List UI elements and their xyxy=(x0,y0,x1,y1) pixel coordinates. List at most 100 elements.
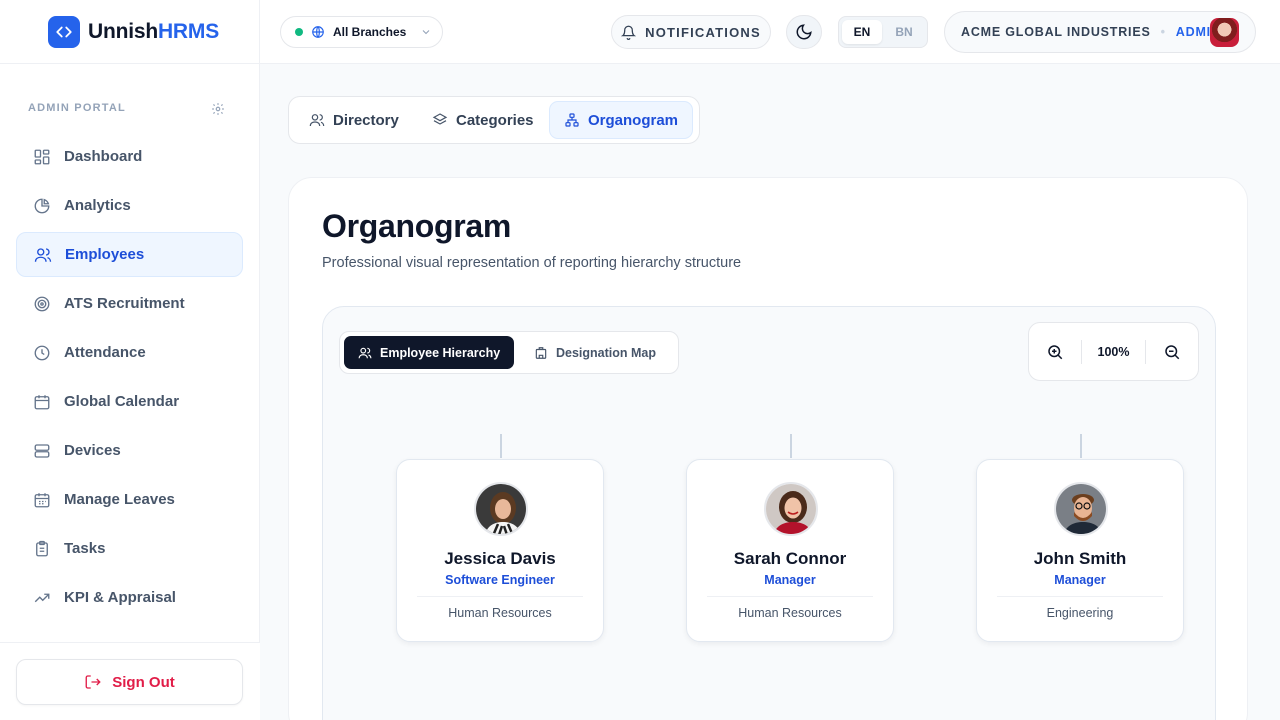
sign-out-label: Sign Out xyxy=(112,673,175,691)
globe-icon xyxy=(312,26,324,38)
tab-label: Categories xyxy=(456,111,534,129)
sidebar-footer: Sign Out xyxy=(0,642,260,720)
employee-role: Software Engineer xyxy=(445,573,555,587)
zoom-out-button[interactable] xyxy=(1146,322,1198,381)
zoom-level: 100% xyxy=(1081,339,1146,364)
tab-label: Directory xyxy=(333,111,399,129)
sidebar-item-dashboard[interactable]: Dashboard xyxy=(16,134,243,179)
analytics-icon xyxy=(34,198,50,213)
zoom-in-button[interactable] xyxy=(1029,322,1081,381)
lang-en-button[interactable]: EN xyxy=(842,20,882,44)
sidebar-item-label: KPI & Appraisal xyxy=(64,589,176,606)
tab-categories[interactable]: Categories xyxy=(418,101,548,139)
server-icon xyxy=(34,443,50,458)
app-name: UnnishHRMS xyxy=(88,20,219,43)
employee-role: Manager xyxy=(1054,573,1106,587)
theme-toggle-button[interactable] xyxy=(786,15,822,49)
status-dot xyxy=(295,28,303,36)
clipboard-icon xyxy=(36,540,48,556)
app-logo[interactable]: UnnishHRMS xyxy=(48,16,219,48)
language-switcher: EN BN xyxy=(838,16,928,48)
employee-department: Human Resources xyxy=(738,606,842,620)
employee-photo xyxy=(474,482,528,536)
sidebar-item-global-calendar[interactable]: Global Calendar xyxy=(16,379,243,424)
branch-selector[interactable]: All Branches xyxy=(280,16,443,48)
designation-map-button[interactable]: Designation Map xyxy=(520,336,670,369)
sidebar-item-tasks[interactable]: Tasks xyxy=(16,526,243,571)
employee-node[interactable]: Jessica Davis Software Engineer Human Re… xyxy=(396,459,604,642)
separator-dot: • xyxy=(1160,25,1166,39)
calendar-icon xyxy=(34,394,50,409)
tab-organogram[interactable]: Organogram xyxy=(549,101,694,139)
employee-node[interactable]: John Smith Manager Engineering xyxy=(976,459,1184,642)
employee-hierarchy-button[interactable]: Employee Hierarchy xyxy=(344,336,515,369)
sidebar-item-ats-recruitment[interactable]: ATS Recruitment xyxy=(16,281,243,326)
branch-label: All Branches xyxy=(333,25,407,39)
tab-label: Organogram xyxy=(588,111,679,129)
organogram-canvas[interactable]: Employee Hierarchy Designation Map 100% … xyxy=(322,306,1216,720)
view-toggle: Employee Hierarchy Designation Map xyxy=(339,331,679,374)
company-name: ACME GLOBAL INDUSTRIES xyxy=(961,25,1151,39)
building-icon xyxy=(535,346,547,359)
sidebar-item-kpi-appraisal[interactable]: KPI & Appraisal xyxy=(16,575,243,620)
divider xyxy=(707,596,873,597)
sidebar-item-devices[interactable]: Devices xyxy=(16,428,243,473)
account-menu[interactable]: ACME GLOBAL INDUSTRIES • ADMIN xyxy=(944,11,1256,53)
sidebar-item-label: Dashboard xyxy=(64,148,143,165)
tab-directory[interactable]: Directory xyxy=(295,101,413,139)
page-subtitle: Professional visual representation of re… xyxy=(322,255,742,271)
divider xyxy=(417,596,583,597)
layers-icon xyxy=(432,113,448,125)
users-icon xyxy=(309,114,325,127)
sidebar-item-employees[interactable]: Employees xyxy=(16,232,243,277)
sidebar-item-label: Analytics xyxy=(64,197,131,214)
employee-role: Manager xyxy=(764,573,816,587)
divider xyxy=(997,596,1163,597)
top-bar: All Branches NOTIFICATIONS EN BN ACME GL… xyxy=(260,0,1280,64)
button-label: Employee Hierarchy xyxy=(380,345,501,360)
sidebar-item-label: Employees xyxy=(65,246,145,263)
sign-out-button[interactable]: Sign Out xyxy=(16,659,243,705)
sidebar-item-attendance[interactable]: Attendance xyxy=(16,330,243,375)
moon-icon xyxy=(796,24,812,40)
users-icon xyxy=(358,347,372,358)
hierarchy-icon xyxy=(565,113,579,127)
hierarchy-connector xyxy=(790,434,792,458)
employee-department: Human Resources xyxy=(448,606,552,620)
sidebar-item-label: Global Calendar xyxy=(64,393,180,410)
zoom-controls: 100% xyxy=(1028,322,1199,381)
zoom-out-icon xyxy=(1165,344,1180,359)
trending-icon xyxy=(34,593,50,602)
employee-name: Jessica Davis xyxy=(444,549,556,568)
sidebar-item-label: Attendance xyxy=(64,344,146,361)
calendar-days-icon xyxy=(34,492,50,507)
gear-icon[interactable] xyxy=(211,102,225,116)
button-label: Designation Map xyxy=(556,345,657,360)
code-icon xyxy=(48,16,80,48)
employee-photo xyxy=(1054,482,1108,536)
employee-photo xyxy=(764,482,818,536)
sidebar-item-analytics[interactable]: Analytics xyxy=(16,183,243,228)
divider xyxy=(0,63,260,64)
notifications-button[interactable]: NOTIFICATIONS xyxy=(611,15,771,49)
sidebar: UnnishHRMS ADMIN PORTAL Dashboard Analyt… xyxy=(0,0,260,720)
employee-name: John Smith xyxy=(1033,549,1127,568)
employee-department: Engineering xyxy=(1046,606,1114,620)
bell-icon xyxy=(621,25,637,40)
sidebar-item-label: Devices xyxy=(64,442,121,459)
sidebar-item-label: ATS Recruitment xyxy=(64,295,185,312)
clock-icon xyxy=(34,345,50,360)
avatar xyxy=(1210,18,1239,47)
page-title: Organogram xyxy=(322,208,512,244)
sidebar-item-manage-leaves[interactable]: Manage Leaves xyxy=(16,477,243,522)
dashboard-icon xyxy=(34,149,50,164)
logout-icon xyxy=(85,675,101,689)
target-icon xyxy=(34,296,50,311)
lang-bn-button[interactable]: BN xyxy=(884,20,924,44)
portal-label: ADMIN PORTAL xyxy=(28,102,126,114)
employee-node[interactable]: Sarah Connor Manager Human Resources xyxy=(686,459,894,642)
zoom-in-icon xyxy=(1048,344,1063,359)
hierarchy-connector xyxy=(500,434,502,458)
employee-tabs: Directory Categories Organogram xyxy=(288,96,700,144)
organogram-card: Organogram Professional visual represent… xyxy=(288,177,1248,720)
